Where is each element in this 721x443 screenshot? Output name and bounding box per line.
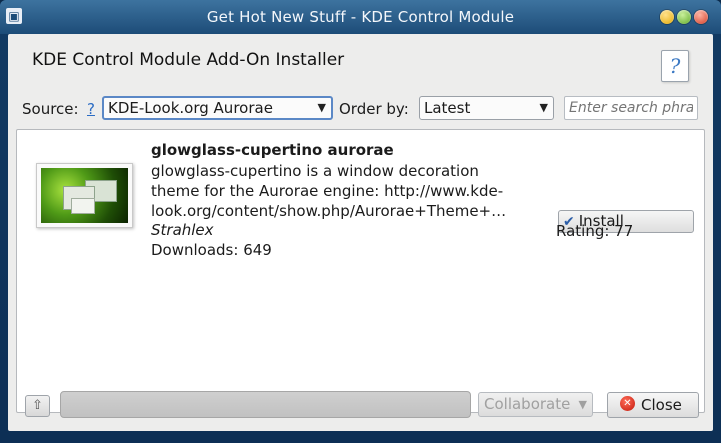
preview-image <box>41 168 128 223</box>
maximize-button[interactable] <box>677 10 691 24</box>
close-button-label: Close <box>641 396 682 414</box>
window-frame: ▣ Get Hot New Stuff - KDE Control Module… <box>0 0 721 443</box>
progress-bar <box>60 391 471 418</box>
close-button[interactable]: ✕ Close <box>607 392 699 418</box>
source-combobox-value: KDE-Look.org Aurorae <box>108 99 273 117</box>
search-input[interactable] <box>564 96 698 120</box>
window-title: Get Hot New Stuff - KDE Control Module <box>206 8 515 26</box>
addon-preview-thumbnail[interactable] <box>36 163 133 228</box>
dialog-heading: KDE Control Module Add-On Installer <box>32 50 345 70</box>
order-by-combobox[interactable]: Latest ▼ <box>419 96 554 120</box>
addon-title: glowglass-cupertino aurorae <box>151 141 394 159</box>
source-help-link[interactable]: ? <box>87 100 95 118</box>
source-combobox[interactable]: KDE-Look.org Aurorae ▼ <box>102 96 333 120</box>
source-label: Source: <box>22 100 79 118</box>
addon-downloads: Downloads: 649 <box>151 241 272 259</box>
collaborate-button[interactable]: Collaborate ▼ <box>478 392 593 417</box>
dialog-footer: ⇧ Collaborate ▼ ✕ Close <box>8 384 713 431</box>
title-bar[interactable]: ▣ Get Hot New Stuff - KDE Control Module <box>0 0 721 34</box>
help-icon[interactable]: ? <box>661 50 689 82</box>
order-by-combobox-value: Latest <box>424 99 471 117</box>
chevron-down-icon: ▼ <box>539 101 548 114</box>
order-by-label: Order by: <box>339 100 409 118</box>
list-item[interactable]: glowglass-cupertino aurorae glowglass-cu… <box>17 130 704 264</box>
chevron-down-icon: ▼ <box>317 101 326 114</box>
close-icon: ✕ <box>620 396 635 411</box>
chevron-down-icon: ▼ <box>578 398 587 411</box>
addon-list[interactable]: glowglass-cupertino aurorae glowglass-cu… <box>16 129 705 413</box>
addon-author: Strahlex <box>151 221 214 239</box>
minimize-button[interactable] <box>660 10 674 24</box>
arrow-up-icon[interactable]: ⇧ <box>25 395 50 417</box>
addon-description: glowglass-cupertino is a window decorati… <box>151 162 507 220</box>
addon-rating: Rating: 77 <box>556 222 634 240</box>
collaborate-button-label: Collaborate <box>484 395 571 413</box>
dialog-body: KDE Control Module Add-On Installer ? So… <box>8 34 713 431</box>
close-window-button[interactable] <box>694 10 708 24</box>
